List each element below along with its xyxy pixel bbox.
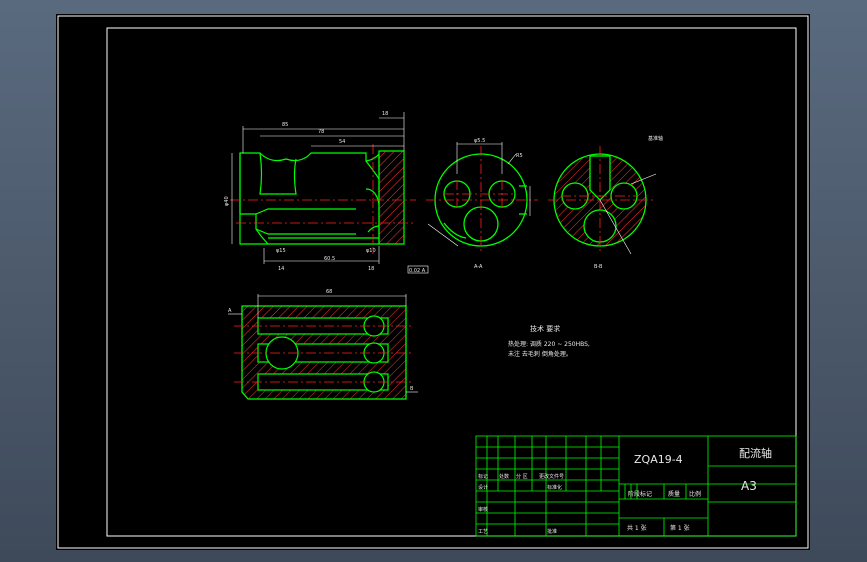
longitudinal-section: [241, 305, 407, 400]
dim-d1: 78: [318, 129, 324, 135]
outer-frame: [57, 15, 809, 549]
tolerance-box: 0.02 A: [409, 268, 426, 274]
row-label-review: 审核: [478, 506, 488, 513]
row-label-process: 工艺: [478, 529, 488, 535]
view-label-bb: B-B: [594, 264, 603, 270]
cad-drawing-viewport[interactable]: 85 78 54 18 φ40 φ15 φ10 60.5 14 18 0.02 …: [56, 14, 810, 550]
dim-len-18: 18: [368, 266, 374, 272]
dim-dia-10: φ10: [366, 248, 376, 254]
drawing-number: ZQA19-4: [634, 453, 683, 466]
cad-drawing-canvas[interactable]: 85 78 54 18 φ40 φ15 φ10 60.5 14 18 0.02 …: [56, 14, 810, 550]
dim-d3: 18: [382, 111, 388, 117]
dim-dia-main: φ40: [224, 196, 230, 206]
dim-sec-len: 68: [326, 289, 332, 295]
scale-label: 比例: [689, 490, 701, 498]
detail-label: 基准轴: [648, 135, 663, 142]
col-label-change: 更改文件号: [539, 473, 564, 480]
front-view: [239, 150, 405, 245]
cut-label-b: B: [410, 386, 414, 392]
notes-line-1: 热处理: 调质 220 ~ 250HBS,: [508, 340, 590, 348]
std-label: 标准化: [547, 484, 562, 491]
dim-overall: 85: [282, 122, 288, 128]
cut-label-a: A: [228, 308, 232, 314]
view-label-aa: A-A: [474, 264, 483, 270]
sheet-size: A3: [741, 479, 757, 493]
part-name: 配流轴: [739, 446, 772, 460]
dim-len-14: 14: [278, 266, 284, 272]
sheet-no: 第 1 张: [670, 524, 690, 532]
marks-label: 阶段标记: [628, 490, 652, 498]
dim-dia-small: φ15: [276, 248, 286, 254]
col-label-zone: 分 区: [516, 473, 528, 480]
notes-line-2: 未注 去毛刺 倒角处理。: [508, 350, 572, 358]
col-label-count: 处数: [499, 473, 509, 480]
side-centerlines: [426, 146, 538, 254]
weight-label: 质量: [668, 490, 680, 498]
dim-d2: 54: [339, 139, 345, 145]
dim-radius: R5: [516, 153, 523, 159]
row-label-mark: 标记: [478, 473, 488, 480]
dim-len-605: 60.5: [324, 256, 335, 262]
row-label-design: 设计: [478, 484, 488, 491]
inner-frame: [106, 27, 797, 537]
dim-chord: φ5.5: [474, 138, 485, 144]
total-sheets: 共 1 张: [627, 524, 647, 532]
notes-heading: 技术 要求: [530, 324, 560, 333]
approve-label: 批准: [547, 528, 557, 535]
